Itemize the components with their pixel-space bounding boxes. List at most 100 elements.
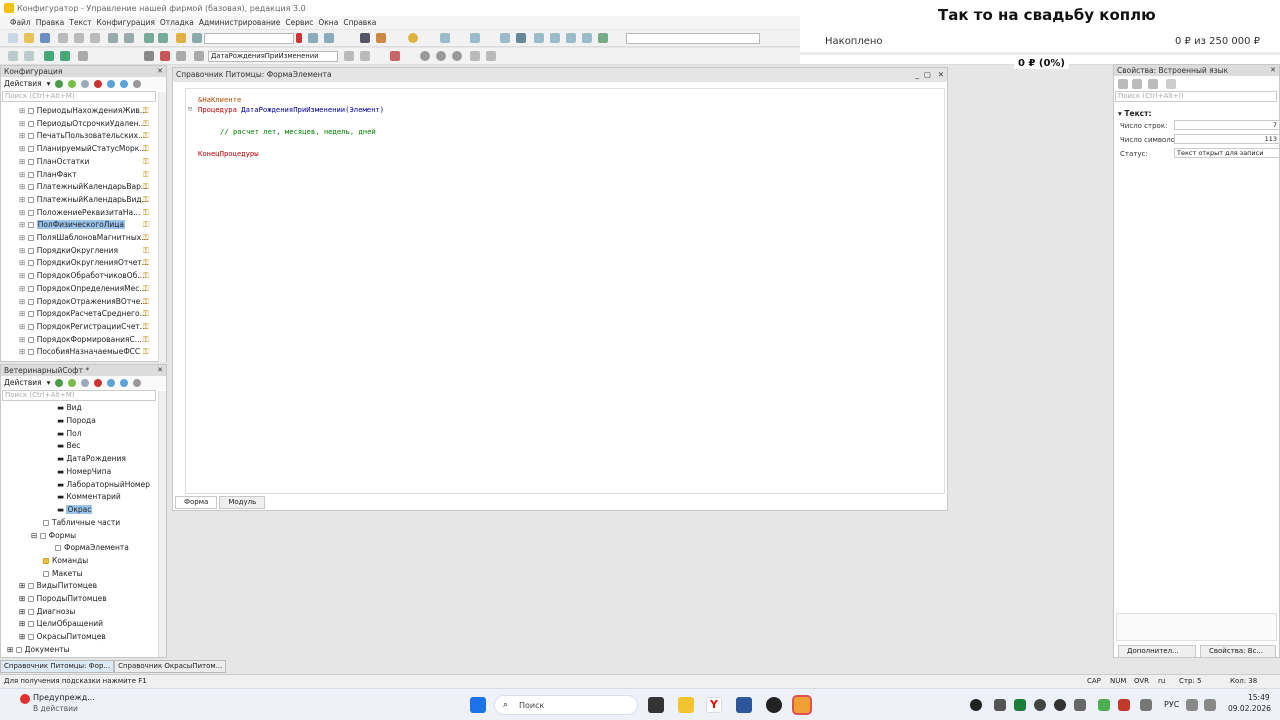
menu-edit[interactable]: Правка xyxy=(36,18,65,27)
bookmark-icon[interactable] xyxy=(360,51,370,61)
commands-node[interactable]: Команды xyxy=(43,555,88,567)
catalog-node[interactable]: ⊞ ПородыПитомцев xyxy=(19,593,107,605)
window-4-icon[interactable] xyxy=(582,33,592,43)
config-tree-item[interactable]: ⊞ ПланируемыйСтатусМорк... ⚿ xyxy=(19,143,149,155)
structure-icon[interactable] xyxy=(440,33,450,43)
undo-icon[interactable] xyxy=(144,33,154,43)
taskbar-search[interactable]: ⌕ Поиск xyxy=(494,695,638,715)
properties-search-input[interactable]: Поиск (Ctrl+Alt+I) xyxy=(1115,91,1277,102)
vet-sort-icon[interactable] xyxy=(133,378,142,387)
tab-properties[interactable]: Свойства: Вс... xyxy=(1200,645,1276,658)
attr-row[interactable]: ▬ ДатаРождения xyxy=(57,453,126,465)
menu-debug[interactable]: Отладка xyxy=(160,18,194,27)
go-icon[interactable] xyxy=(344,51,354,61)
edit-icon[interactable] xyxy=(68,79,77,88)
prop-lines-value[interactable]: 7 xyxy=(1174,120,1280,130)
config-tree-item[interactable]: ⊞ ПланОстатки ⚿ xyxy=(19,156,149,168)
form-item-node[interactable]: ФормаЭлемента xyxy=(55,542,129,554)
sort-icon[interactable] xyxy=(133,79,142,88)
window-tab-colors[interactable]: Справочник ОкрасыПитом... xyxy=(114,660,227,673)
stop-icon[interactable] xyxy=(452,51,462,61)
tray-icon-1[interactable] xyxy=(970,699,982,711)
config-search-input[interactable]: Поиск (Ctrl+Alt+M) xyxy=(2,91,156,102)
menu-service[interactable]: Сервис xyxy=(285,18,313,27)
documents-node[interactable]: ⊞ Документы xyxy=(7,644,70,656)
lang-indicator[interactable]: ru xyxy=(1158,675,1165,688)
vet-add-icon[interactable] xyxy=(55,378,64,387)
clear-search-icon[interactable] xyxy=(296,33,302,43)
cut-icon[interactable] xyxy=(58,33,68,43)
config-tree-item[interactable]: ⊞ ПорядокФормированияС... ⚿ xyxy=(19,334,149,346)
config-tree-item[interactable]: ⊞ ПолФизическогоЛица ⚿ xyxy=(19,219,149,231)
menu-file[interactable]: Файл xyxy=(10,18,31,27)
catalog-node[interactable]: ⊞ Диагнозы xyxy=(19,606,75,618)
pause-icon[interactable] xyxy=(436,51,446,61)
window-2-icon[interactable] xyxy=(550,33,560,43)
attr-row-selected[interactable]: ▬ Окрас xyxy=(57,504,93,516)
attr-row[interactable]: ▬ Вид xyxy=(57,402,82,414)
breakpoint-icon[interactable] xyxy=(390,51,400,61)
copy-icon[interactable] xyxy=(74,33,84,43)
config-tree-item[interactable]: ⊞ ПорядкиОкругления ⚿ xyxy=(19,245,149,257)
catalog-node[interactable]: ⊞ ОкрасыПитомцев xyxy=(19,631,106,643)
windows-start-icon[interactable] xyxy=(470,697,486,713)
chevron-up-icon[interactable] xyxy=(1140,699,1152,711)
attr-row[interactable]: ▬ Порода xyxy=(57,415,96,427)
config-tree-item[interactable]: ⊞ ПечатьПользовательских... ⚿ xyxy=(19,130,149,142)
yandex-icon[interactable]: Y xyxy=(706,697,722,713)
config-tree-item[interactable]: ⊞ ПоложениеРеквизитаНа... ⚿ xyxy=(19,207,149,219)
config-tree-item[interactable]: ⊞ ПериодыОтсрочкиУдален... ⚿ xyxy=(19,118,149,130)
attr-row[interactable]: ▬ Комментарий xyxy=(57,491,121,503)
attr-row[interactable]: ▬ Вес xyxy=(57,440,80,452)
config-tree-item[interactable]: ⊞ ПорядокРасчетаСреднего... ⚿ xyxy=(19,308,149,320)
config-tree-item[interactable]: ⊞ ПланФакт ⚿ xyxy=(19,169,149,181)
settings-icon[interactable] xyxy=(598,33,608,43)
find-prev-icon[interactable] xyxy=(324,33,334,43)
open-icon[interactable] xyxy=(24,33,34,43)
window-icon[interactable] xyxy=(534,33,544,43)
config-tree-item[interactable]: ⊞ ПлатежныйКалендарьВид... ⚿ xyxy=(19,194,149,206)
module-icon[interactable] xyxy=(44,51,54,61)
1c-app-icon[interactable] xyxy=(792,695,812,715)
menu-help[interactable]: Справка xyxy=(343,18,376,27)
format-icon[interactable] xyxy=(78,51,88,61)
config-tree-item[interactable]: ⊞ ПорядокОбработчиковОб... ⚿ xyxy=(19,270,149,282)
catalog-node[interactable]: ⊞ ВидыПитомцев xyxy=(19,580,97,592)
layouts-node[interactable]: Макеты xyxy=(43,568,83,580)
indent-icon[interactable] xyxy=(8,51,18,61)
vet-edit-icon[interactable] xyxy=(68,378,77,387)
attr-row[interactable]: ▬ НомерЧипа xyxy=(57,466,111,478)
tray-icon-3[interactable] xyxy=(1014,699,1026,711)
toolbar-combo[interactable] xyxy=(626,33,760,44)
run-icon[interactable] xyxy=(420,51,430,61)
explorer-icon[interactable] xyxy=(678,697,694,713)
app-icon-3[interactable] xyxy=(766,697,782,713)
prop-status-value[interactable]: Текст открыт для записи xyxy=(1174,148,1280,158)
compare-icon[interactable] xyxy=(500,33,510,43)
wrap-icon[interactable] xyxy=(176,51,186,61)
tab-module[interactable]: Модуль xyxy=(219,496,266,509)
vet-down-icon[interactable] xyxy=(120,378,129,387)
find-next-icon[interactable] xyxy=(308,33,318,43)
vet-search-input[interactable]: Поиск (Ctrl+Alt+M) xyxy=(2,390,156,401)
find-icon[interactable] xyxy=(176,33,186,43)
move-up-icon[interactable] xyxy=(107,79,116,88)
tray-icon-2[interactable] xyxy=(994,699,1006,711)
debug-icon[interactable] xyxy=(376,33,386,43)
code-area[interactable]: &НаКлиенте ⊟ Процедура ДатаРожденияПриИз… xyxy=(185,88,945,494)
config-tree-item[interactable]: ⊞ ПорядокРегистрацииСчет... ⚿ xyxy=(19,321,149,333)
config-tree-item[interactable]: ⊞ ПлатежныйКалендарьВар... ⚿ xyxy=(19,181,149,193)
config-tree-item[interactable]: ⊞ ПособияНазначаемыеФСС ⚿ xyxy=(19,346,149,358)
search-combo[interactable] xyxy=(204,33,294,44)
vet-copy-icon[interactable] xyxy=(81,378,90,387)
editor-minimize-button[interactable]: _ xyxy=(915,68,919,82)
sort-az-icon[interactable] xyxy=(1118,79,1128,89)
close-properties-icon[interactable]: ✕ xyxy=(1270,65,1276,76)
preview-icon[interactable] xyxy=(124,33,134,43)
config-tree-item[interactable]: ⊞ ПорядокОпределенияМес... ⚿ xyxy=(19,283,149,295)
tab-additional[interactable]: Дополнител... xyxy=(1118,645,1196,658)
info-icon[interactable] xyxy=(408,33,418,43)
menu-configuration[interactable]: Конфигурация xyxy=(97,18,155,27)
clock-time[interactable]: 15:49 xyxy=(1248,693,1270,702)
attr-row[interactable]: ▬ Пол xyxy=(57,428,82,440)
